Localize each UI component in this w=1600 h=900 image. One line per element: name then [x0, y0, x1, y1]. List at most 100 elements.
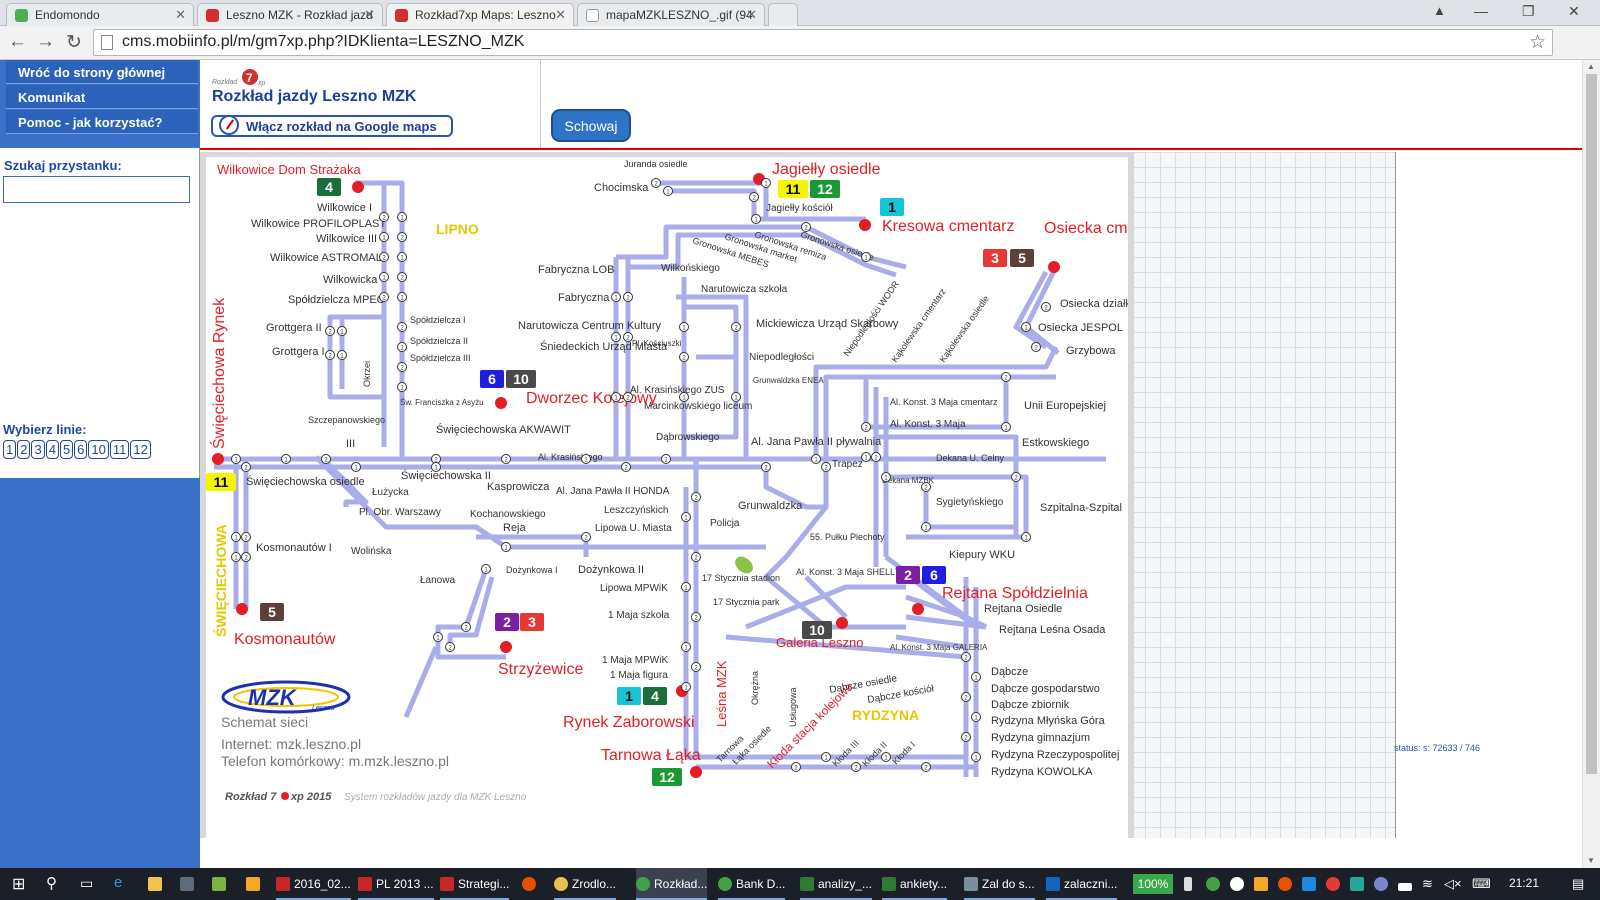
stop-label[interactable]: Niepodległości: [749, 352, 814, 363]
stop-label[interactable]: Okrzei: [362, 361, 372, 387]
stop-label[interactable]: Kochanowskiego: [470, 509, 546, 520]
search-icon[interactable]: ⚲: [46, 868, 57, 900]
stop-kresowa-cmentarz[interactable]: Kresowa cmentarz: [882, 218, 1015, 235]
stop-label[interactable]: Al. Jana Pawła II HONDA: [556, 486, 670, 497]
stop-label[interactable]: Wilkowice ASTROMAL: [270, 252, 382, 264]
stop-label[interactable]: Sygietyńskiego: [936, 497, 1004, 508]
stop-label[interactable]: Usługowa: [788, 687, 798, 727]
line-link-1[interactable]: 1: [3, 440, 17, 459]
stop-label[interactable]: Al. Konst. 3 Maja cmentarz: [890, 397, 998, 407]
stop-label[interactable]: Trapez: [832, 459, 863, 470]
line-link-11[interactable]: 11: [109, 440, 130, 459]
network-map[interactable]: LIPNO ŚWIĘCIECHOWA RYDZYNA Wilkowice Dom…: [200, 152, 1134, 870]
stop-label[interactable]: Rydzyna KOWOLKA: [991, 766, 1093, 778]
stop-label[interactable]: Spółdzielcza MPEC: [288, 294, 385, 306]
stop-label[interactable]: Śniedeckich Urząd Miasta: [540, 340, 668, 353]
tab-rozklad-maps[interactable]: Rozkład7xp Maps: Leszno ✕: [386, 3, 574, 26]
stop-tarnowa-laka[interactable]: Tarnowa Łąka: [601, 747, 701, 764]
stop-label[interactable]: Mickiewicza Urząd Skarbowy: [756, 318, 899, 330]
taskbar-item[interactable]: Bank D...: [718, 868, 786, 900]
line-link-5[interactable]: 5: [59, 440, 74, 459]
line-link-12[interactable]: 12: [130, 440, 151, 459]
stop-label[interactable]: Dożynkowa I: [506, 565, 558, 575]
stop-label[interactable]: Osiecka JESPOL: [1038, 322, 1123, 334]
stop-label[interactable]: Św. Franciszka z Asyżu: [400, 398, 484, 407]
stop-label[interactable]: Leszczyńskich: [604, 505, 668, 516]
reload-icon[interactable]: ↻: [66, 31, 82, 54]
calculator-icon[interactable]: [180, 868, 198, 900]
tray-icon[interactable]: [1278, 868, 1296, 900]
tray-icon[interactable]: [1254, 868, 1272, 900]
help-link[interactable]: Pomoc - jak korzystać?: [6, 110, 198, 134]
stop-label[interactable]: Narutowicza Centrum Kultury: [518, 320, 662, 332]
stop-label[interactable]: Unii Europejskiej: [1024, 400, 1106, 412]
notifications-icon[interactable]: ▤: [1572, 868, 1584, 900]
minimize-icon[interactable]: —: [1474, 3, 1488, 19]
stop-label[interactable]: Szpitalna-Szpital: [1040, 502, 1122, 514]
stop-label[interactable]: Al. Konst. 3 Maja: [890, 419, 966, 430]
stop-label[interactable]: Spółdzielcza I: [410, 315, 466, 325]
new-tab-button[interactable]: [768, 3, 798, 26]
stop-label[interactable]: Wilkowice III: [316, 233, 377, 245]
stop-label[interactable]: Grunwaldzka: [738, 500, 803, 512]
stop-label[interactable]: Al. Krasińskiego ZUS: [630, 385, 725, 396]
url-field[interactable]: cms.mobiinfo.pl/m/gm7xp.php?IDKlienta=LE…: [93, 29, 1553, 56]
stop-label[interactable]: Spółdzielcza III: [410, 353, 471, 363]
stop-label[interactable]: Wilkowice PROFILOPLAST: [251, 218, 386, 230]
vertical-scrollbar[interactable]: ▲ ▼: [1582, 60, 1600, 868]
stop-label[interactable]: Pl. Obr. Warszawy: [359, 507, 441, 518]
close-tab-icon[interactable]: ✕: [555, 7, 566, 23]
taskbar-item[interactable]: ankiety...: [882, 868, 948, 900]
wifi-icon[interactable]: ≋: [1422, 868, 1433, 900]
close-tab-icon[interactable]: ✕: [364, 7, 375, 23]
keyboard-icon[interactable]: ⌨: [1472, 868, 1491, 900]
stop-label[interactable]: Al. Jana Pawła II pływalnia: [751, 436, 882, 448]
stop-label[interactable]: Lipowa U. Miasta: [595, 523, 672, 534]
taskbar-item[interactable]: zalaczni...: [1046, 868, 1118, 900]
scroll-down-icon[interactable]: ▼: [1587, 856, 1595, 865]
stop-label[interactable]: Marcinkowskiego liceum: [644, 401, 752, 412]
taskbar-item[interactable]: Zal do s...: [964, 868, 1035, 900]
line-link-6[interactable]: 6: [74, 440, 88, 459]
stop-label[interactable]: Al. Krasińskiego: [538, 452, 603, 462]
stop-label[interactable]: Jagiełły kościół: [766, 203, 833, 214]
edge-icon[interactable]: e: [114, 868, 122, 900]
taskbar-item[interactable]: 2016_02...: [276, 868, 351, 900]
stop-wilkowice-dom-strazaka[interactable]: Wilkowice Dom Strażaka: [217, 162, 362, 177]
app-icon[interactable]: [246, 868, 264, 900]
stop-label[interactable]: Rydzyna Młyńska Góra: [991, 715, 1106, 727]
stop-jagiella-osiedle[interactable]: Jagiełły osiedle: [772, 161, 881, 178]
back-icon[interactable]: ←: [8, 31, 27, 53]
tray-icon[interactable]: [1374, 868, 1392, 900]
stop-label[interactable]: 1 Maja MPWiK: [602, 655, 668, 666]
scroll-up-icon[interactable]: ▲: [1587, 62, 1595, 71]
stop-label[interactable]: Fabryczna: [558, 292, 610, 304]
stop-osiecka-cmentarz[interactable]: Osiecka cmentarz: [1044, 220, 1128, 237]
forward-icon[interactable]: →: [36, 31, 55, 53]
app-icon[interactable]: [522, 868, 540, 900]
scroll-thumb[interactable]: [1586, 74, 1597, 774]
stop-label[interactable]: Rejtana Osiedle: [984, 603, 1062, 615]
stop-label[interactable]: 17 Stycznia stadion: [702, 573, 780, 583]
stop-label[interactable]: 17 Stycznia park: [713, 597, 780, 607]
stop-label[interactable]: Dożynkowa II: [578, 564, 644, 576]
stop-label[interactable]: Grottgera II: [266, 322, 322, 334]
stop-label[interactable]: Fabryczna LOB: [538, 264, 614, 276]
line-link-3[interactable]: 3: [31, 440, 45, 459]
stop-label[interactable]: Wilkowice I: [317, 202, 372, 214]
stop-label[interactable]: Kiepury WKU: [949, 549, 1015, 561]
tab-leszno-mzk[interactable]: Leszno MZK - Rozkład jazd ✕: [197, 3, 383, 26]
tray-icon[interactable]: [1326, 868, 1344, 900]
stop-label[interactable]: Szczepanowskiego: [308, 415, 385, 425]
user-icon[interactable]: ▲: [1433, 3, 1446, 18]
app-icon[interactable]: [212, 868, 230, 900]
announcement-link[interactable]: Komunikat: [6, 85, 198, 109]
stop-label[interactable]: Łanowa: [420, 575, 455, 586]
tray-icon[interactable]: [1230, 868, 1248, 900]
stop-label[interactable]: Kasprowicza: [487, 481, 550, 493]
stop-label[interactable]: Grottgera I: [272, 346, 325, 358]
stop-label[interactable]: 1 Maja szkoła: [608, 610, 670, 621]
stop-label[interactable]: Chocimska: [594, 182, 649, 194]
tab-endomondo[interactable]: Endomondo ✕: [6, 3, 194, 26]
stop-label[interactable]: 55. Pułku Piechoty: [810, 532, 885, 542]
